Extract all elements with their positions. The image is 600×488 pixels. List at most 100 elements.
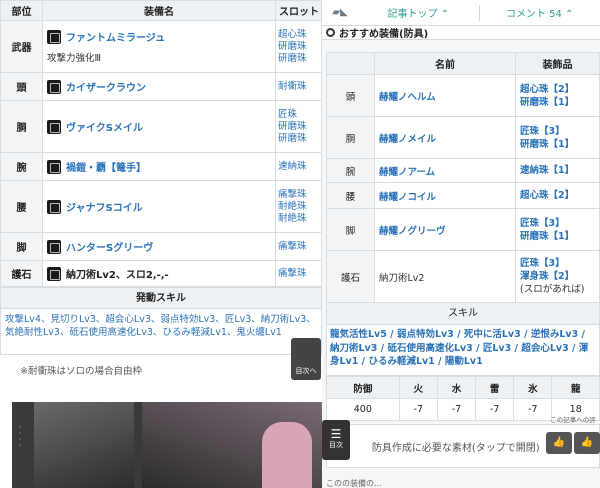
part-cell: 武器 — [0, 20, 43, 73]
part-cell: 腕 — [0, 152, 43, 181]
article-top-label: 記事トップ — [387, 9, 438, 20]
equip-link[interactable]: ファントムミラージュ — [66, 29, 165, 44]
deco[interactable]: 匠珠【3】 — [520, 257, 599, 270]
bottom-hint: このの装備の... — [326, 479, 382, 488]
equip-link[interactable]: ヴァイクSメイル — [66, 119, 143, 134]
part-cell: 脚 — [0, 232, 43, 261]
slot[interactable]: 研磨珠 — [278, 121, 319, 133]
materials-label: 防具作成に必要な素材(タップで開閉) — [371, 442, 540, 454]
slot[interactable]: 痛撃珠 — [278, 268, 319, 280]
slot[interactable]: 痛撃珠 — [278, 189, 319, 201]
slot[interactable]: 研磨珠 — [278, 41, 319, 53]
deco[interactable]: 研磨珠【1】 — [520, 230, 599, 243]
like-icon[interactable]: 👍 — [546, 432, 572, 454]
equip-link[interactable]: 禍鎧・覇【篭手】 — [66, 159, 146, 174]
toc-button[interactable]: ☰ 目次 — [322, 420, 350, 460]
skill-list[interactable]: 攻撃Lv4、見切りLv3、超会心Lv3、弱点特効Lv3、匠Lv3、納刀術Lv3、… — [0, 309, 322, 355]
article-top-button[interactable]: 記事トップ ⌃ — [358, 5, 479, 20]
circle-bullet-icon — [326, 28, 335, 37]
header-part — [326, 52, 375, 75]
slot[interactable]: 耐絶珠 — [278, 201, 319, 213]
slot[interactable]: 研磨珠 — [278, 53, 319, 65]
equip-sub: 攻撃力強化Ⅲ — [47, 53, 102, 64]
table-row: 腕赫耀ノアーム 速納珠【1】 — [326, 158, 600, 183]
deco[interactable]: 研磨珠【1】 — [520, 138, 599, 151]
header-deco: 装飾品 — [515, 52, 600, 75]
comment-button[interactable]: コメント 54 ⌃ — [480, 5, 600, 20]
note-text: ※耐衝珠はソロの場合自由枠 — [20, 366, 142, 377]
equipment-table: 部位 装備名 スロット 武器 ファントムミラージュ 攻撃力強化Ⅲ 超心珠 研磨珠研… — [0, 0, 322, 287]
def-value: 400 — [326, 398, 400, 421]
deco[interactable]: 超心珠【2】 — [520, 83, 599, 96]
equip-link[interactable]: カイザークラウン — [66, 79, 146, 94]
slot[interactable]: 超心珠 — [278, 29, 319, 41]
slot[interactable]: 痛撃珠 — [278, 241, 319, 253]
table-row: 腰 ジャナフSコイル 痛撃珠 耐絶珠 耐絶珠 — [0, 180, 322, 233]
part-cell: 頭 — [326, 74, 375, 117]
table-row: 腕 禍鎧・覇【篭手】 速納珠 — [0, 152, 322, 181]
like-buttons: 👍 👍 — [546, 432, 600, 454]
equip-link[interactable]: ジャナフSコイル — [66, 199, 143, 214]
slot[interactable]: 匠珠 — [278, 109, 319, 121]
top-nav-bar: ▰◣ 記事トップ ⌃ コメント 54 ⌃ — [322, 0, 600, 26]
arm-icon — [47, 159, 61, 174]
header-name: 装備名 — [42, 0, 276, 21]
part-cell: 腰 — [0, 180, 43, 233]
fire-value: -7 — [398, 398, 438, 421]
part-cell: 頭 — [0, 72, 43, 101]
chest-icon — [47, 119, 61, 134]
water-value: -7 — [436, 398, 477, 421]
deco[interactable]: 研磨珠【1】 — [520, 96, 599, 109]
table-row: 胴赫耀ノメイル 匠珠【3】 研磨珠【1】 — [326, 116, 600, 159]
part-cell: 護石 — [326, 250, 375, 303]
slot[interactable]: 速納珠 — [278, 161, 319, 173]
manga-banner-image[interactable] — [12, 402, 322, 488]
deco-note: (スロがあれば) — [520, 284, 585, 295]
left-pane: 部位 装備名 スロット 武器 ファントムミラージュ 攻撃力強化Ⅲ 超心珠 研磨珠研… — [0, 0, 322, 488]
section-title: おすすめ装備(防具) — [339, 29, 429, 40]
header-name: 名前 — [374, 52, 516, 75]
deco[interactable]: 匠珠【3】 — [520, 217, 599, 230]
table-row: 護石 納刀術Lv2 匠珠【3】 渾身珠【2】 (スロがあれば) — [326, 250, 600, 303]
section-title-bar: おすすめ装備(防具) — [322, 26, 600, 40]
header-part: 部位 — [0, 0, 43, 21]
deco[interactable]: 渾身珠【2】 — [520, 270, 599, 283]
table-row: 胴 ヴァイクSメイル 匠珠 研磨珠 研磨珠 — [0, 100, 322, 153]
armor-link[interactable]: 赫耀ノメイル — [374, 116, 516, 159]
armor-link[interactable]: 赫耀ノヘルム — [374, 74, 516, 117]
table-row: 武器 ファントムミラージュ 攻撃力強化Ⅲ 超心珠 研磨珠 研磨珠 — [0, 20, 322, 73]
site-logo-icon[interactable]: ▰◣ — [322, 7, 358, 18]
toc-button[interactable]: 目次へ — [291, 338, 321, 380]
equip-text: 納刀術Lv2、スロ2,-,- — [66, 270, 169, 281]
deco[interactable]: 速納珠【1】 — [520, 164, 599, 177]
like-icon[interactable]: 👍 — [574, 432, 600, 454]
skill-list[interactable]: 龍気活性Lv5 / 弱点特効Lv3 / 死中に活Lv3 / 逆恨みLv3 / 納… — [327, 325, 599, 375]
table-row: 脚 ハンターSグリーヴ 痛撃珠 — [0, 232, 322, 261]
table-row: 頭赫耀ノヘルム 超心珠【2】 研磨珠【1】 — [326, 74, 600, 117]
slot[interactable]: 研磨珠 — [278, 133, 319, 145]
water-header: 水 — [436, 376, 477, 399]
skill-header: スキル — [327, 303, 599, 325]
right-pane: ▰◣ 記事トップ ⌃ コメント 54 ⌃ おすすめ装備(防具) 名前 装飾品 頭… — [322, 0, 600, 488]
deco[interactable]: 超心珠【2】 — [520, 189, 599, 202]
armor-link[interactable]: 赫耀ノアーム — [374, 158, 516, 183]
charm-text: 納刀術Lv2 — [374, 250, 516, 303]
slot[interactable]: 耐衝珠 — [278, 81, 319, 93]
slot[interactable]: 耐絶珠 — [278, 213, 319, 225]
thunder-header: 雷 — [475, 376, 515, 399]
armor-link[interactable]: 赫耀ノグリーヴ — [374, 208, 516, 251]
table-row: 頭 カイザークラウン 耐衝珠 — [0, 72, 322, 101]
fire-header: 火 — [398, 376, 438, 399]
dragon-header: 龍 — [551, 376, 600, 399]
skill-box: スキル 龍気活性Lv5 / 弱点特効Lv3 / 死中に活Lv3 / 逆恨みLv3… — [326, 303, 600, 376]
waist-icon — [47, 199, 61, 214]
part-cell: 腕 — [326, 158, 375, 183]
part-cell: 脚 — [326, 208, 375, 251]
deco[interactable]: 匠珠【3】 — [520, 125, 599, 138]
armor-link[interactable]: 赫耀ノコイル — [374, 182, 516, 209]
equip-link[interactable]: ハンターSグリーヴ — [66, 239, 153, 254]
armor-table: 名前 装飾品 頭赫耀ノヘルム 超心珠【2】 研磨珠【1】 胴赫耀ノメイル 匠珠【3】研… — [326, 52, 600, 303]
toc-label: 目次 — [329, 441, 343, 449]
helm-icon — [47, 79, 61, 94]
thunder-value: -7 — [475, 398, 515, 421]
